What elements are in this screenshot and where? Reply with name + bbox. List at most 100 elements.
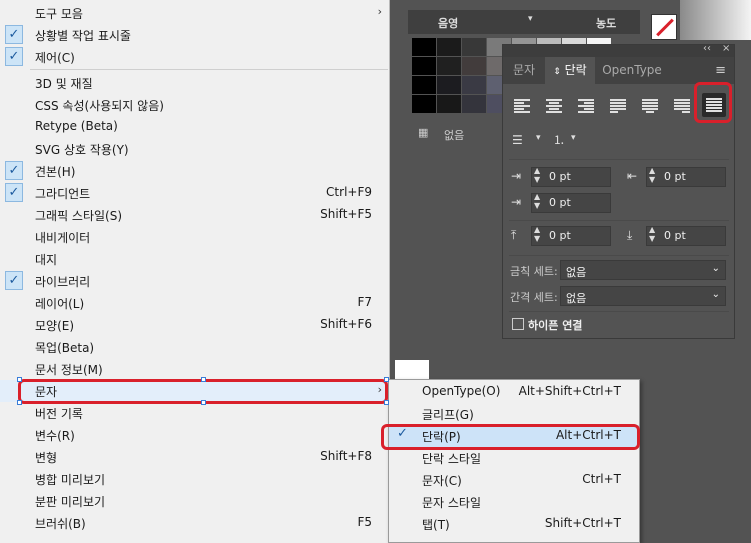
swatch-grid-icon[interactable]: ▦ [418,126,428,139]
align-right-icon[interactable] [576,97,596,113]
right-indent-field[interactable]: ▲ ▼ 0 pt [646,166,726,187]
swatch-cell[interactable] [437,95,461,113]
swatch-header: 음영 ▾ 농도 [408,10,640,34]
space-after-field[interactable]: ▲ ▼ 0 pt [646,225,726,246]
menu-item[interactable]: ✓ 라이브러리 [0,270,389,292]
submenu-item-shortcut: Alt+Shift+Ctrl+T [518,384,621,398]
align-center-icon[interactable] [544,97,564,113]
hyphenate-checkbox[interactable] [512,318,524,330]
submenu-item[interactable]: 문자 스타일 [389,491,639,513]
menu-item-label: 내비게이터 [35,231,91,245]
menu-item[interactable]: 목업(Beta) [0,336,389,358]
swatch-cell[interactable] [437,38,461,56]
checkmark-icon: ✓ [5,161,23,180]
bullet-dropdown-icon[interactable]: ▾ [536,133,541,143]
menu-item-shortcut: F5 [357,515,372,529]
menu-item[interactable]: 3D 및 재질 [0,72,389,94]
menu-item[interactable]: 도구 모음 › [0,2,389,24]
bullet-list-icon[interactable]: ☰ [512,133,523,147]
left-indent-value: 0 pt [549,170,571,183]
selection-handle [17,400,22,405]
space-after-stepper[interactable]: ▲ ▼ [649,225,655,243]
menu-item-label: 병합 미리보기 [35,473,106,487]
justify-all-icon[interactable] [702,93,726,117]
mojikumi-dropdown[interactable]: 없음 ⌄ [560,286,726,306]
menu-item[interactable]: ✓ 견본(H) [0,160,389,182]
swatch-cell[interactable] [412,57,436,75]
menu-item[interactable]: ✓ 상황별 작업 표시줄 [0,24,389,46]
menu-item-shortcut: Shift+F8 [320,449,372,463]
submenu-item[interactable]: 탭(T) Shift+Ctrl+T [389,513,639,535]
menu-item[interactable]: Retype (Beta) [0,116,389,138]
swatch-cell[interactable] [462,38,486,56]
chevron-down-icon: ⌄ [711,263,720,274]
tab-order-icon: ⇕ [553,67,561,77]
menu-item[interactable]: 병합 미리보기 [0,468,389,490]
submenu-item[interactable]: 글리프(G) [389,403,639,425]
menu-item[interactable]: 변형 Shift+F8 [0,446,389,468]
menu-item[interactable]: 버전 기록 [0,402,389,424]
justify-left-icon[interactable] [608,97,628,113]
menu-item[interactable]: 그래픽 스타일(S) Shift+F5 [0,204,389,226]
menu-item[interactable]: 문서 정보(M) [0,358,389,380]
paragraph-item-highlight [381,424,640,450]
space-before-stepper[interactable]: ▲ ▼ [534,225,540,243]
menu-item[interactable]: 레이어(L) F7 [0,292,389,314]
justify-center-icon[interactable] [640,97,660,113]
numbered-list-icon[interactable]: ⒈ [553,131,565,148]
first-line-indent-value: 0 pt [549,196,571,209]
swatch-cell[interactable] [412,76,436,94]
menu-item-label: 3D 및 재질 [35,77,93,91]
menu-item[interactable]: 분판 미리보기 [0,490,389,512]
close-icon[interactable]: × [722,43,730,54]
submenu-item[interactable]: 문자(C) Ctrl+T [389,469,639,491]
submenu-item[interactable]: OpenType(O) Alt+Shift+Ctrl+T [389,381,639,403]
submenu-item-label: OpenType(O) [422,384,501,398]
menu-item[interactable]: 모양(E) Shift+F6 [0,314,389,336]
swatch-cell[interactable] [437,57,461,75]
collapse-icon[interactable]: ‹‹ [703,43,711,54]
menu-item-label: 분판 미리보기 [35,495,106,509]
menu-item-label: 문서 정보(M) [35,363,103,377]
kinsoku-dropdown[interactable]: 없음 ⌄ [560,260,726,280]
menu-item[interactable]: CSS 속성(사용되지 않음) [0,94,389,116]
mojikumi-value: 없음 [566,292,587,305]
justify-right-icon[interactable] [672,97,692,113]
menu-item[interactable]: SVG 상호 작용(Y) [0,138,389,160]
menu-item-label: 대지 [35,253,58,267]
first-line-indent-stepper[interactable]: ▲ ▼ [534,192,540,210]
panel-menu-icon[interactable]: ≡ [715,63,726,78]
swatch-cell[interactable] [412,95,436,113]
checkmark-icon: ✓ [5,183,23,202]
left-indent-field[interactable]: ▲ ▼ 0 pt [531,166,611,187]
swatch-cell[interactable] [462,95,486,113]
first-line-indent-field[interactable]: ▲ ▼ 0 pt [531,192,611,213]
tab-character[interactable]: 문자 [503,57,545,84]
menu-item[interactable]: 변수(R) [0,424,389,446]
swatch-cell[interactable] [462,57,486,75]
swatch-cell[interactable] [462,76,486,94]
selection-handle [384,400,389,405]
menu-item[interactable]: 대지 [0,248,389,270]
tab-paragraph[interactable]: ⇕ 단락 [545,57,595,84]
checkmark-icon: ✓ [5,271,23,290]
menu-item[interactable]: 브러쉬(B) F5 [0,512,389,534]
numbered-dropdown-icon[interactable]: ▾ [571,133,576,143]
menu-item[interactable]: ✓ 제어(C) [0,46,389,68]
divider [509,220,729,221]
space-before-field[interactable]: ▲ ▼ 0 pt [531,225,611,246]
selection-handle [384,377,389,382]
menu-item[interactable]: ✓ 그라디언트 Ctrl+F9 [0,182,389,204]
menu-item[interactable]: 내비게이터 [0,226,389,248]
swatch-cell[interactable] [437,76,461,94]
swatch-col-density: 농도 [596,17,617,30]
swatch-col-dropdown-icon[interactable]: ▾ [528,14,533,24]
left-indent-stepper[interactable]: ▲ ▼ [534,166,540,184]
submenu-item[interactable]: 단락 스타일 [389,447,639,469]
panel-titlebar[interactable]: ‹‹ × [503,43,734,57]
tab-opentype[interactable]: OpenType [597,57,667,84]
swatch-cell[interactable] [412,38,436,56]
selection-handle [201,400,206,405]
right-indent-stepper[interactable]: ▲ ▼ [649,166,655,184]
align-left-icon[interactable] [512,97,532,113]
